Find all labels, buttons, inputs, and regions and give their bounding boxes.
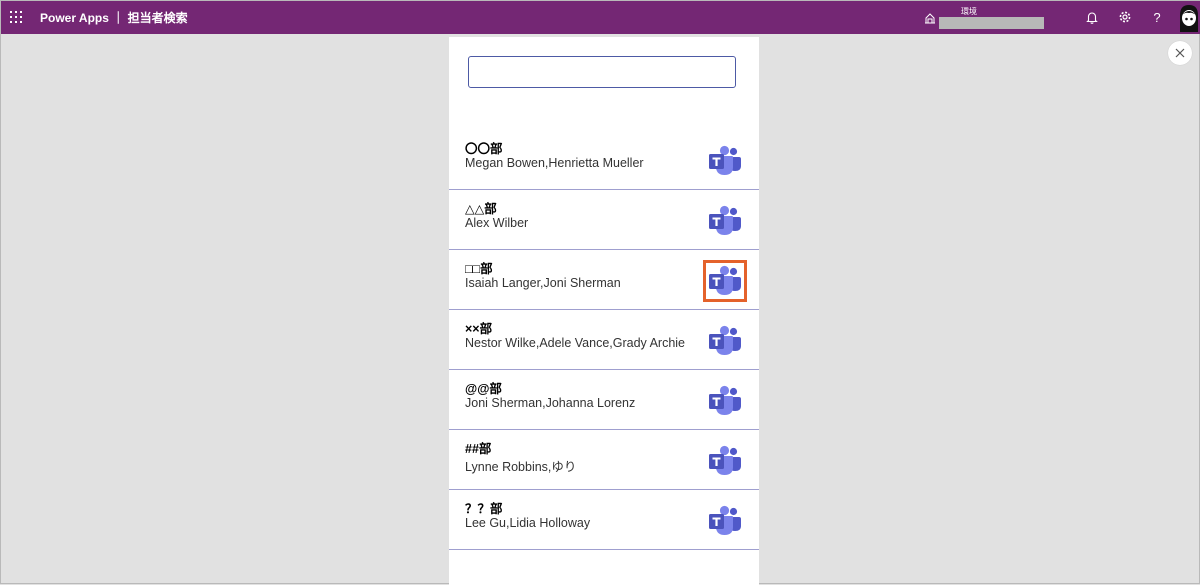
teams-chat-button[interactable] [708,205,742,237]
department-gallery: 〇〇部 Megan Bowen,Henrietta Mueller △△部 Al… [449,130,759,550]
gallery-row[interactable]: ？？部 Lee Gu,Lidia Holloway [449,490,759,550]
department-name: ##部 [465,442,492,456]
member-names: Megan Bowen,Henrietta Mueller [465,156,644,170]
bell-icon[interactable] [1084,9,1100,25]
app-header-bar: Power Apps ｜ 担当者検索 環境 ? [1,1,1200,34]
teams-chat-button[interactable] [708,505,742,537]
teams-chat-button[interactable] [708,385,742,417]
gallery-row[interactable]: @@部 Joni Sherman,Johanna Lorenz [449,370,759,430]
waffle-icon[interactable] [10,10,24,25]
department-name: △△部 [465,202,497,216]
gallery-row[interactable]: △△部 Alex Wilber [449,190,759,250]
help-icon[interactable]: ? [1149,9,1165,25]
teams-icon [709,265,741,295]
teams-chat-button[interactable] [708,145,742,177]
app-canvas: 〇〇部 Megan Bowen,Henrietta Mueller △△部 Al… [449,37,759,585]
teams-icon [709,385,741,415]
member-names: Alex Wilber [465,216,529,230]
member-names: Isaiah Langer,Joni Sherman [465,276,621,290]
teams-chat-button[interactable] [708,445,742,477]
gear-icon[interactable] [1117,9,1133,25]
avatar[interactable] [1177,3,1200,32]
member-names: Lynne Robbins,ゆり [465,460,577,474]
gallery-row[interactable]: ××部 Nestor Wilke,Adele Vance,Grady Archi… [449,310,759,370]
teams-icon [709,445,741,475]
teams-icon [709,145,741,175]
department-name: □□部 [465,262,493,276]
close-icon [1175,48,1185,58]
department-name: ××部 [465,322,493,336]
app-title: Power Apps ｜ 担当者検索 [40,11,188,25]
teams-chat-button[interactable] [703,260,747,302]
gallery-row[interactable]: ##部 Lynne Robbins,ゆり [449,430,759,490]
environment-label: 環境 [961,6,977,16]
gallery-row[interactable]: 〇〇部 Megan Bowen,Henrietta Mueller [449,130,759,190]
teams-icon [709,325,741,355]
teams-chat-button[interactable] [708,325,742,357]
member-names: Nestor Wilke,Adele Vance,Grady Archie [465,336,686,350]
member-names: Lee Gu,Lidia Holloway [465,516,591,530]
department-name: @@部 [465,382,502,396]
gallery-row[interactable]: □□部 Isaiah Langer,Joni Sherman [449,250,759,310]
close-button[interactable] [1168,41,1192,65]
department-name: ？？部 [465,502,503,516]
department-name: 〇〇部 [465,142,503,156]
environment-value [939,16,1044,29]
environment-picker[interactable]: 環境 [924,4,1044,31]
search-input[interactable] [468,56,736,88]
environment-icon [925,12,935,23]
teams-icon [709,205,741,235]
teams-icon [709,505,741,535]
member-names: Joni Sherman,Johanna Lorenz [465,396,636,410]
